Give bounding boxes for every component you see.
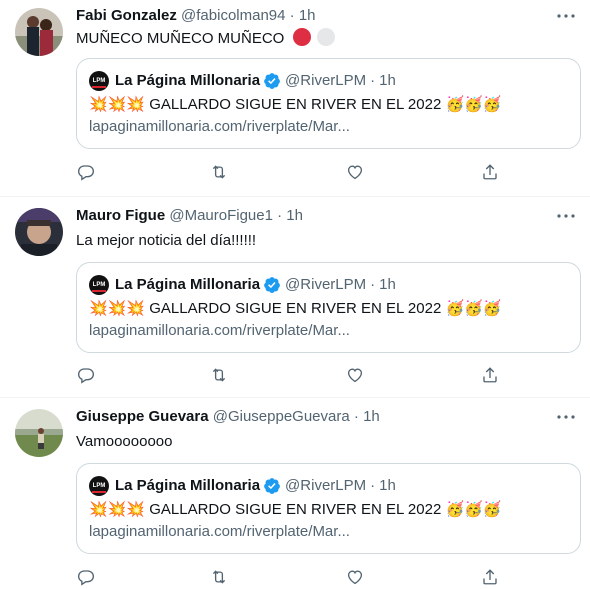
party-face-emoji-icon: 🥳 — [482, 501, 502, 518]
white-circle-emoji-icon — [316, 28, 335, 46]
quoted-tweet-text: 💥💥💥 GALLARDO SIGUE EN RIVER EN EL 2022 🥳… — [89, 500, 502, 520]
tweet-text: La mejor noticia del día!!!!!! — [76, 232, 257, 249]
reply-icon[interactable] — [76, 567, 96, 587]
separator-dot: · — [370, 276, 376, 293]
tweet[interactable]: Giuseppe Guevara @GiuseppeGuevara · 1h V… — [0, 401, 590, 589]
quoted-link[interactable]: lapaginamillonaria.com/riverplate/Mar... — [89, 321, 350, 341]
red-circle-emoji-icon — [292, 28, 311, 46]
retweet-icon[interactable] — [209, 365, 229, 385]
quoted-tweet[interactable]: LPM La Página Millonaria @RiverLPM · 1h … — [76, 58, 581, 149]
verified-badge-icon — [263, 72, 281, 90]
more-options-icon[interactable] — [554, 204, 578, 228]
quoted-display-name: La Página Millonaria — [115, 72, 261, 89]
reply-icon[interactable] — [76, 365, 96, 385]
quoted-link[interactable]: lapaginamillonaria.com/riverplate/Mar... — [89, 117, 350, 137]
avatar[interactable] — [15, 8, 63, 56]
quoted-timestamp: 1h — [379, 276, 396, 293]
collision-emoji-icon: 💥 — [89, 501, 108, 518]
party-face-emoji-icon: 🥳 — [482, 300, 502, 317]
separator-dot: · — [353, 408, 359, 425]
party-face-emoji-icon: 🥳 — [445, 96, 465, 113]
collision-emoji-icon: 💥 — [107, 300, 127, 317]
tweet-actions — [76, 567, 581, 589]
collision-emoji-icon: 💥 — [126, 501, 146, 518]
timestamp[interactable]: 1h — [363, 408, 380, 425]
share-icon[interactable] — [480, 365, 500, 385]
like-icon[interactable] — [345, 365, 365, 385]
collision-emoji-icon: 💥 — [89, 300, 108, 317]
party-face-emoji-icon: 🥳 — [482, 96, 502, 113]
collision-emoji-icon: 💥 — [107, 501, 127, 518]
tweet[interactable]: Mauro Figue @MauroFigue1 · 1h La mejor n… — [0, 200, 590, 396]
quoted-tweet[interactable]: LPM La Página Millonaria @RiverLPM · 1h … — [76, 262, 581, 353]
tweet-header: Fabi Gonzalez @fabicolman94 · 1h — [76, 6, 316, 26]
timestamp[interactable]: 1h — [286, 207, 303, 224]
party-face-emoji-icon: 🥳 — [464, 300, 483, 317]
quoted-display-name: La Página Millonaria — [115, 276, 261, 293]
quoted-tweet[interactable]: LPM La Página Millonaria @RiverLPM · 1h … — [76, 463, 581, 554]
quoted-avatar: LPM — [89, 476, 109, 496]
quoted-display-name: La Página Millonaria — [115, 477, 261, 494]
tweet-actions — [76, 365, 581, 387]
separator-dot: · — [289, 7, 295, 24]
quoted-timestamp: 1h — [379, 477, 396, 494]
like-icon[interactable] — [345, 162, 365, 182]
party-face-emoji-icon: 🥳 — [464, 501, 483, 518]
verified-badge-icon — [263, 276, 281, 294]
timestamp[interactable]: 1h — [299, 7, 316, 24]
quoted-tweet-text: 💥💥💥 GALLARDO SIGUE EN RIVER EN EL 2022 🥳… — [89, 299, 502, 319]
handle[interactable]: @MauroFigue1 — [169, 207, 273, 224]
tweet-feed: Fabi Gonzalez @fabicolman94 · 1h MUÑECO … — [0, 0, 590, 589]
quoted-handle: @RiverLPM — [285, 477, 367, 494]
tweet-text: Vamoooooooo — [76, 433, 173, 450]
separator-dot: · — [370, 477, 376, 494]
handle[interactable]: @GiuseppeGuevara — [213, 408, 350, 425]
quoted-tweet-header: LPM La Página Millonaria @RiverLPM · 1h — [89, 71, 396, 91]
quoted-tweet-header: LPM La Página Millonaria @RiverLPM · 1h — [89, 476, 396, 496]
quoted-tweet-header: LPM La Página Millonaria @RiverLPM · 1h — [89, 275, 396, 295]
party-face-emoji-icon: 🥳 — [464, 96, 483, 113]
tweet[interactable]: Fabi Gonzalez @fabicolman94 · 1h MUÑECO … — [0, 0, 590, 196]
verified-badge-icon — [263, 477, 281, 495]
collision-emoji-icon: 💥 — [126, 300, 146, 317]
display-name[interactable]: Mauro Figue — [76, 207, 165, 224]
retweet-icon[interactable] — [209, 567, 229, 587]
quoted-timestamp: 1h — [379, 72, 396, 89]
quoted-link[interactable]: lapaginamillonaria.com/riverplate/Mar... — [89, 522, 350, 542]
quoted-avatar: LPM — [89, 275, 109, 295]
quoted-text-content: GALLARDO SIGUE EN RIVER EN EL 2022 — [149, 300, 442, 317]
handle[interactable]: @fabicolman94 — [181, 7, 285, 24]
collision-emoji-icon: 💥 — [107, 96, 127, 113]
collision-emoji-icon: 💥 — [126, 96, 146, 113]
separator-dot: · — [277, 207, 283, 224]
tweet-header: Mauro Figue @MauroFigue1 · 1h — [76, 206, 303, 226]
quoted-handle: @RiverLPM — [285, 72, 367, 89]
tweet-text: MUÑECO MUÑECO MUÑECO — [76, 28, 335, 49]
display-name[interactable]: Giuseppe Guevara — [76, 408, 209, 425]
divider — [0, 196, 590, 197]
tweet-actions — [76, 162, 581, 184]
quoted-avatar: LPM — [89, 71, 109, 91]
separator-dot: · — [370, 72, 376, 89]
reply-icon[interactable] — [76, 162, 96, 182]
quoted-tweet-text: 💥💥💥 GALLARDO SIGUE EN RIVER EN EL 2022 🥳… — [89, 95, 502, 115]
quoted-text-content: GALLARDO SIGUE EN RIVER EN EL 2022 — [149, 501, 442, 518]
more-options-icon[interactable] — [554, 405, 578, 429]
display-name[interactable]: Fabi Gonzalez — [76, 7, 177, 24]
quoted-handle: @RiverLPM — [285, 276, 367, 293]
tweet-header: Giuseppe Guevara @GiuseppeGuevara · 1h — [76, 407, 380, 427]
party-face-emoji-icon: 🥳 — [445, 300, 465, 317]
divider — [0, 397, 590, 398]
avatar[interactable] — [15, 409, 63, 457]
collision-emoji-icon: 💥 — [89, 96, 108, 113]
share-icon[interactable] — [480, 567, 500, 587]
quoted-text-content: GALLARDO SIGUE EN RIVER EN EL 2022 — [149, 96, 442, 113]
retweet-icon[interactable] — [209, 162, 229, 182]
tweet-text-content: MUÑECO MUÑECO MUÑECO — [76, 30, 285, 47]
party-face-emoji-icon: 🥳 — [445, 501, 465, 518]
like-icon[interactable] — [345, 567, 365, 587]
share-icon[interactable] — [480, 162, 500, 182]
avatar[interactable] — [15, 208, 63, 256]
more-options-icon[interactable] — [554, 4, 578, 28]
